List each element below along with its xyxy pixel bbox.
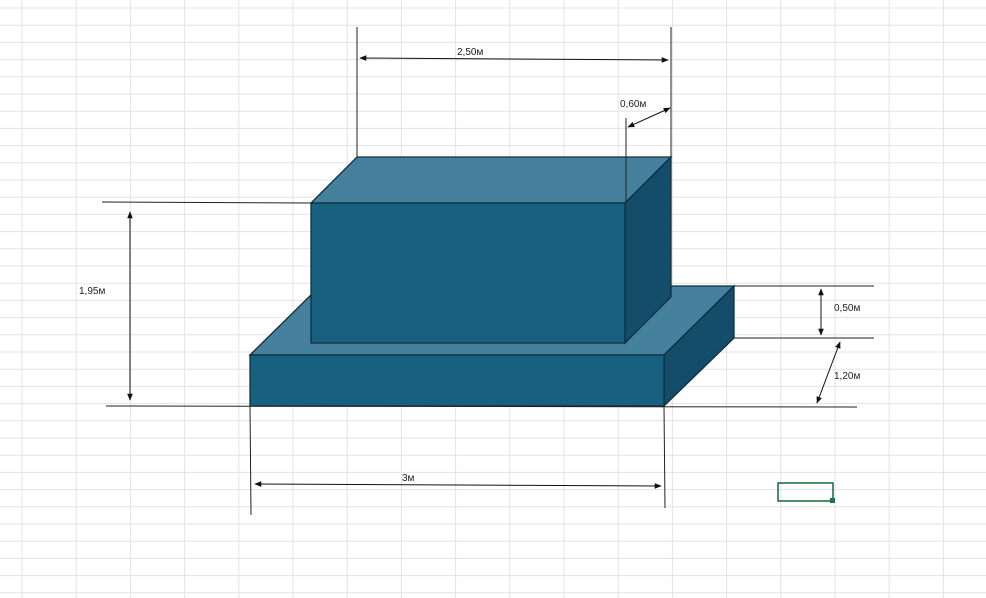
upper-block-front-face (310, 202, 626, 344)
extension-line-block-top (101, 201, 312, 204)
label-base-width: 3м (402, 473, 415, 484)
extension-line-base-left (249, 405, 252, 516)
label-total-height: 1,95м (79, 286, 105, 297)
upper-block-top-face (309, 156, 673, 204)
extension-line-ground (105, 405, 858, 408)
selected-cell[interactable] (777, 482, 834, 502)
label-base-depth: 1,20м (834, 371, 860, 382)
label-top-width: 2,50м (457, 47, 483, 58)
foundation-diagram: 2,50м 0,60м 1,95м 0,50м 1,20м 3м (0, 0, 986, 598)
fill-handle[interactable] (830, 498, 835, 503)
label-top-depth: 0,60м (620, 99, 646, 110)
base-slab-front-face (249, 354, 665, 407)
spreadsheet-canvas: 2,50м 0,60м 1,95м 0,50м 1,20м 3м (0, 0, 986, 598)
label-base-height: 0,50м (834, 303, 860, 314)
dimension-line-base-width (254, 481, 662, 489)
